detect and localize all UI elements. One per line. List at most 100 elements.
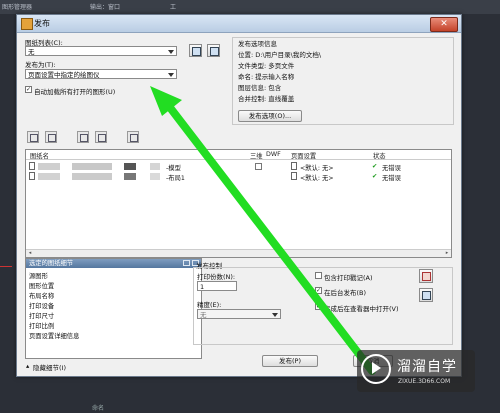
detail-source-drawing: 源图形 — [29, 273, 48, 280]
red-axis-line — [0, 266, 12, 267]
blurred-name — [150, 173, 160, 180]
page-setup-icon — [291, 162, 297, 170]
detail-layout-name: 布局名称 — [29, 293, 55, 300]
blurred-name — [72, 173, 112, 180]
row-status: 无错误 — [382, 175, 401, 182]
save-list-icon — [192, 47, 201, 56]
include-stamp-label: 包含打印戳记(A) — [324, 274, 373, 282]
copies-stepper[interactable]: 1 — [197, 281, 237, 291]
row-page-setup[interactable]: <默认: 无> — [300, 173, 334, 182]
chevron-down-icon — [168, 50, 174, 54]
play-icon — [372, 362, 381, 374]
info-naming: 命名: 提示输入名称 — [238, 73, 295, 81]
scroll-right-icon[interactable]: ▸ — [444, 250, 450, 256]
watermark-url: ZIXUE.3D66.COM — [398, 378, 451, 385]
include-stamp-checkbox[interactable] — [315, 272, 322, 279]
details-header-label: 选定的图纸细节 — [29, 260, 74, 267]
close-button[interactable]: ✕ — [430, 17, 458, 32]
scroll-left-icon[interactable]: ◂ — [27, 250, 33, 256]
blurred-name — [38, 163, 60, 170]
load-sheet-list-button[interactable] — [207, 44, 220, 57]
file-icon — [29, 172, 35, 180]
publish-to-value: 页面设置中指定的绘图仪 — [28, 71, 100, 79]
auto-load-label: 自动加载所有打开的图形(U) — [34, 88, 116, 96]
publish-app-icon — [21, 18, 33, 30]
settings-icon — [422, 291, 431, 300]
row-page-setup[interactable]: <默认: 无> — [300, 163, 334, 172]
watermark-brand: 溜溜自学 — [397, 359, 457, 375]
save-sheet-list-button[interactable] — [189, 44, 202, 57]
load-list-icon — [210, 47, 219, 56]
preview-button[interactable] — [127, 131, 139, 143]
table-row[interactable]: -模型 <默认: 无> ✔ 无错误 — [26, 162, 451, 172]
detail-drawing-location: 图形位置 — [29, 283, 55, 290]
info-file-type: 文件类型: 多页文件 — [238, 62, 295, 70]
check-icon: ✔ — [372, 163, 378, 170]
app-left-panel — [0, 14, 14, 413]
background-settings-button[interactable] — [419, 288, 433, 302]
remove-sheets-icon — [48, 134, 56, 142]
detail-page-setup: 页面设置详细信息 — [29, 333, 80, 340]
precision-combo[interactable]: 无 — [197, 309, 281, 319]
publish-options-button[interactable]: 发布选项(O)... — [238, 110, 302, 122]
header-divider — [26, 159, 451, 160]
copies-label: 打印份数(N): — [197, 273, 236, 281]
row-name-suffix: -模型 — [166, 165, 181, 172]
hide-details-arrow-icon[interactable]: ▴ — [26, 362, 29, 370]
sheet-list-value: 无 — [28, 48, 35, 56]
row-name-suffix: -布局1 — [166, 175, 185, 182]
background-publish-checkbox[interactable]: ✓ — [315, 287, 322, 294]
remove-sheets-button[interactable] — [45, 131, 57, 143]
move-up-button[interactable] — [77, 131, 89, 143]
menu-item-manager[interactable]: 图形管理器 — [2, 2, 32, 11]
row-status: 无错误 — [382, 165, 401, 172]
open-viewer-checkbox[interactable]: ✓ — [315, 303, 322, 310]
app-menubar: 图形管理器 输出：窗口 工 — [0, 0, 500, 14]
stamp-icon — [422, 272, 431, 281]
dialog-title: 发布 — [34, 19, 50, 28]
menu-item-tool[interactable]: 工 — [170, 2, 176, 11]
detail-plot-size: 打印尺寸 — [29, 313, 55, 320]
blurred-name — [124, 173, 136, 180]
preview-icon — [130, 134, 138, 142]
move-down-icon — [98, 134, 106, 142]
chevron-down-icon — [272, 313, 278, 317]
watermark: 溜溜自学 ZIXUE.3D66.COM — [357, 350, 475, 392]
sheet-table: 图纸名 三维 DWF 页面设置 状态 -模型 <默认: 无> ✔ 无错误 -布局… — [25, 149, 452, 258]
hide-details-link[interactable]: 隐藏细节(I) — [33, 362, 66, 372]
publish-dialog: 发布 ✕ 图纸列表(C): 无 发布为(T): 页面设置中指定的绘图仪 ✓ 自动… — [16, 14, 462, 377]
list-view-icon[interactable] — [183, 260, 190, 266]
background-publish-label: 在后台发布(B) — [324, 289, 367, 297]
publish-button[interactable]: 发布(P) — [262, 355, 318, 367]
horizontal-scrollbar[interactable]: ◂ ▸ — [26, 249, 451, 257]
move-up-icon — [80, 134, 88, 142]
bg-bottom-label: 命名 — [92, 405, 105, 412]
auto-load-checkbox[interactable]: ✓ — [25, 86, 32, 93]
table-row[interactable]: -布局1 <默认: 无> ✔ 无错误 — [26, 172, 451, 182]
menu-item-output[interactable]: 输出：窗口 — [90, 2, 120, 11]
sheet-list-combo[interactable]: 无 — [25, 46, 177, 56]
dialog-titlebar[interactable]: 发布 ✕ — [17, 15, 461, 33]
info-title: 发布选项信息 — [236, 38, 279, 48]
check-icon: ✔ — [372, 173, 378, 180]
add-sheets-button[interactable] — [27, 131, 39, 143]
col-dwf: DWF — [266, 151, 281, 158]
precision-value: 无 — [200, 311, 207, 319]
detail-plot-scale: 打印比例 — [29, 323, 55, 330]
blurred-name — [72, 163, 112, 170]
publish-to-combo[interactable]: 页面设置中指定的绘图仪 — [25, 69, 177, 79]
open-viewer-label: 完成后在查看器中打开(V) — [324, 305, 399, 313]
detail-plot-device: 打印设备 — [29, 303, 55, 310]
chevron-down-icon — [168, 73, 174, 77]
blurred-name — [124, 163, 136, 170]
stamp-settings-button[interactable] — [419, 269, 433, 283]
info-merge: 合并控制: 直线覆盖 — [238, 95, 295, 103]
page-setup-icon — [291, 172, 297, 180]
3d-checkbox[interactable] — [255, 163, 262, 170]
move-down-button[interactable] — [95, 131, 107, 143]
info-location: 位置: D:\用户目录\我的文档\ — [238, 51, 322, 59]
selected-sheet-details: 选定的图纸细节 源图形 图形位置 布局名称 打印设备 打印尺寸 打印比例 页面设… — [25, 258, 202, 359]
file-icon — [29, 162, 35, 170]
copies-value: 1 — [200, 283, 205, 291]
precision-label: 精度(E): — [197, 301, 222, 309]
